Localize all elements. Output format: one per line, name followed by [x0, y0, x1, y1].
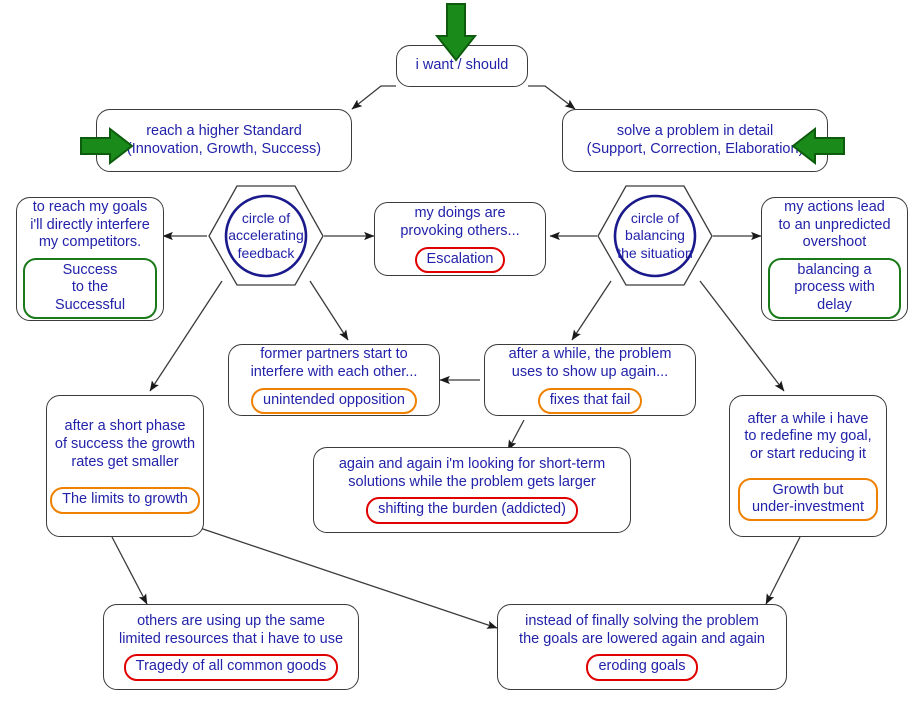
node-left-branch-lines: reach a higher Standard (Innovation, Gro… — [103, 123, 345, 158]
node-redefine-goal-line-2: to redefine my goal, — [744, 428, 872, 445]
node-former-partners-lines: former partners start to interfere with … — [235, 346, 433, 381]
node-left-branch-line-1: reach a higher Standard — [146, 122, 302, 139]
node-short-term-tag: shifting the burden (addicted) — [366, 497, 578, 524]
node-redefine-goal[interactable]: after a while i have to redefine my goal… — [729, 395, 887, 537]
node-overshoot-line-3: overshoot — [802, 234, 867, 251]
node-short-term-line-1: again and again i'm looking for short-te… — [338, 456, 606, 473]
node-short-term-lines: again and again i'm looking for short-te… — [320, 456, 624, 491]
node-limits-growth-tag-text: The limits to growth — [62, 491, 188, 508]
node-short-term-line-2: solutions while the problem gets larger — [348, 473, 596, 490]
node-common-goods-lines: others are using up the same limited res… — [110, 613, 352, 648]
node-eroding-goals-line-2: the goals are lowered again and again — [519, 630, 765, 647]
node-escalation-lines: my doings are provoking others... — [381, 205, 539, 240]
node-former-partners-line-2: interfere with each other... — [250, 363, 418, 380]
node-common-goods[interactable]: others are using up the same limited res… — [103, 604, 359, 690]
node-short-term[interactable]: again and again i'm looking for short-te… — [313, 447, 631, 533]
node-problem-again-tag-text: fixes that fail — [549, 391, 631, 408]
node-redefine-goal-line-1: after a while i have — [747, 410, 869, 427]
node-common-goods-tag: Tragedy of all common goods — [123, 654, 339, 681]
node-problem-again-lines: after a while, the problem uses to show … — [491, 346, 689, 381]
node-redefine-goal-tag: Growth but under-investment — [737, 477, 879, 522]
node-overshoot[interactable]: my actions lead to an unpredicted oversh… — [761, 197, 908, 321]
node-eroding-goals-tag: eroding goals — [586, 654, 698, 681]
node-problem-again[interactable]: after a while, the problem uses to show … — [484, 344, 696, 416]
node-escalation[interactable]: my doings are provoking others... Escala… — [374, 202, 546, 276]
node-limits-growth-line-2: of success the growth — [54, 435, 196, 452]
node-hex-left[interactable]: circle of accelerating feedback — [207, 184, 325, 288]
edge-hexleft-to-former-partners — [309, 280, 349, 341]
node-redefine-goal-tag-text: Growth but under-investment — [751, 481, 865, 516]
node-short-term-tag-text: shifting the burden (addicted) — [378, 501, 566, 518]
node-competitors[interactable]: to reach my goals i'll directly interfer… — [16, 197, 164, 321]
node-escalation-line-2: provoking others... — [400, 222, 520, 239]
node-overshoot-tag: balancing a process with delay — [768, 257, 901, 320]
node-competitors-line-1: to reach my goals — [32, 198, 148, 215]
edge-root-to-left-branch — [351, 85, 396, 110]
diagram-canvas: i want / should reach a higher Standard … — [0, 0, 924, 712]
node-former-partners[interactable]: former partners start to interfere with … — [228, 344, 440, 416]
node-former-partners-tag-text: unintended opposition — [263, 391, 405, 408]
edge-root-to-right-branch — [528, 85, 576, 110]
green-left-arrow-icon — [790, 126, 846, 166]
node-former-partners-tag: unintended opposition — [251, 387, 417, 414]
node-overshoot-tag-text: balancing a process with delay — [794, 261, 875, 313]
node-common-goods-tag-text: Tragedy of all common goods — [135, 658, 327, 675]
node-right-branch-line-2: (Support, Correction, Elaboration) — [586, 140, 804, 157]
node-eroding-goals[interactable]: instead of finally solving the problem t… — [497, 604, 787, 690]
node-eroding-goals-lines: instead of finally solving the problem t… — [504, 613, 780, 648]
edge-limits-to-common-goods — [111, 536, 148, 605]
node-eroding-goals-line-1: instead of finally solving the problem — [525, 613, 759, 630]
node-right-branch-line-1: solve a problem in detail — [616, 122, 774, 139]
node-common-goods-line-2: limited resources that i have to use — [118, 630, 344, 647]
green-down-arrow-icon — [434, 2, 478, 64]
node-escalation-tag-text: Escalation — [426, 250, 494, 267]
node-common-goods-line-1: others are using up the same — [137, 613, 325, 630]
node-competitors-lines: to reach my goals i'll directly interfer… — [23, 199, 157, 252]
edge-problem-again-to-short-term — [507, 419, 525, 451]
node-redefine-goal-line-3: or start reducing it — [749, 445, 867, 462]
node-hex-right[interactable]: circle of balancing the situation — [596, 184, 714, 288]
node-right-branch-lines: solve a problem in detail (Support, Corr… — [569, 123, 821, 158]
node-redefine-goal-lines: after a while i have to redefine my goal… — [736, 411, 880, 464]
node-overshoot-line-2: to an unpredicted — [778, 216, 891, 233]
node-right-branch[interactable]: solve a problem in detail (Support, Corr… — [562, 109, 828, 172]
node-limits-growth[interactable]: after a short phase of success the growt… — [46, 395, 204, 537]
node-escalation-tag: Escalation — [414, 246, 506, 273]
node-problem-again-line-2: uses to show up again... — [511, 363, 669, 380]
edge-redefine-goal-to-eroding-goals — [765, 536, 801, 605]
node-competitors-tag-text: Success to the Successful — [54, 261, 126, 313]
node-overshoot-line-1: my actions lead — [784, 198, 885, 215]
node-competitors-tag: Success to the Successful — [23, 257, 157, 320]
node-competitors-line-2: i'll directly interfere — [30, 216, 150, 233]
node-limits-growth-line-3: rates get smaller — [71, 453, 179, 470]
node-problem-again-tag: fixes that fail — [537, 387, 643, 414]
node-former-partners-line-1: former partners start to — [260, 346, 408, 363]
node-eroding-goals-tag-text: eroding goals — [598, 658, 686, 675]
node-limits-growth-line-1: after a short phase — [64, 418, 186, 435]
node-problem-again-line-1: after a while, the problem — [508, 346, 672, 363]
node-overshoot-lines: my actions lead to an unpredicted oversh… — [768, 199, 901, 252]
node-left-branch-line-2: (Innovation, Growth, Success) — [126, 140, 322, 157]
node-limits-growth-tag: The limits to growth — [50, 487, 200, 514]
node-limits-growth-lines: after a short phase of success the growt… — [53, 418, 197, 471]
green-right-arrow-icon — [79, 126, 135, 166]
node-escalation-line-1: my doings are — [414, 205, 506, 222]
edge-hexright-to-problem-again — [571, 280, 612, 341]
node-competitors-line-3: my competitors. — [38, 234, 142, 251]
